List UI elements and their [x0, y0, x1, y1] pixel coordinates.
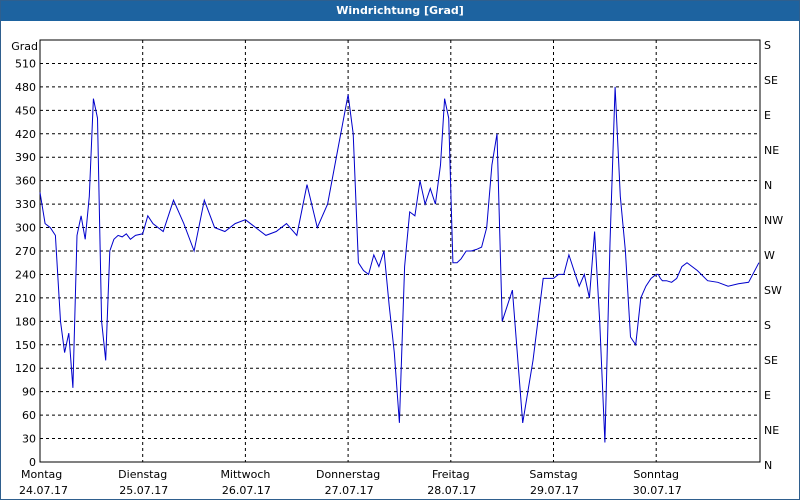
- y-axis-label: Grad: [11, 40, 38, 53]
- x-tick-date: 29.07.17: [530, 484, 579, 497]
- y-tick-label: 270: [15, 245, 36, 258]
- y-tick-label: 30: [22, 433, 36, 446]
- y-tick-label: 180: [15, 315, 36, 328]
- y-tick-label: 360: [15, 175, 36, 188]
- y2-tick-label: SE: [764, 354, 778, 367]
- y2-tick-label: SW: [764, 284, 782, 297]
- y2-tick-label: S: [764, 39, 771, 52]
- y-tick-label: 90: [22, 386, 36, 399]
- x-tick-day: Mittwoch: [220, 468, 270, 481]
- y2-tick-label: NE: [764, 144, 779, 157]
- y2-tick-label: SE: [764, 74, 778, 87]
- x-tick-day: Samstag: [529, 468, 577, 481]
- y2-tick-label: NE: [764, 424, 779, 437]
- x-tick-day: Sonntag: [633, 468, 679, 481]
- series-line: [39, 86, 760, 443]
- x-tick-day: Dienstag: [118, 468, 167, 481]
- y2-tick-label: S: [764, 319, 771, 332]
- y2-tick-label: W: [764, 249, 775, 262]
- y2-tick-label: E: [764, 389, 771, 402]
- x-tick-date: 30.07.17: [633, 484, 682, 497]
- x-tick-date: 27.07.17: [325, 484, 374, 497]
- y2-tick-label: N: [764, 179, 772, 192]
- y-tick-label: 240: [15, 268, 36, 281]
- y2-tick-label: N: [764, 459, 772, 472]
- y-tick-label: 150: [15, 339, 36, 352]
- y-tick-label: 480: [15, 81, 36, 94]
- y-tick-label: 510: [15, 57, 36, 70]
- y-tick-label: 330: [15, 198, 36, 211]
- y-tick-label: 210: [15, 292, 36, 305]
- x-tick-date: 25.07.17: [119, 484, 168, 497]
- y-tick-label: 120: [15, 362, 36, 375]
- x-tick-date: 28.07.17: [427, 484, 476, 497]
- y2-tick-label: NW: [764, 214, 783, 227]
- x-tick-date: 26.07.17: [222, 484, 271, 497]
- x-tick-day: Freitag: [432, 468, 470, 481]
- y2-tick-label: E: [764, 109, 771, 122]
- x-tick-date: 24.07.17: [19, 484, 68, 497]
- y-tick-label: 60: [22, 409, 36, 422]
- y-tick-label: 390: [15, 151, 36, 164]
- y-tick-label: 420: [15, 128, 36, 141]
- y-tick-label: 300: [15, 222, 36, 235]
- x-tick-day: Donnerstag: [316, 468, 380, 481]
- x-tick-day: Montag: [21, 468, 62, 481]
- y-tick-label: 450: [15, 104, 36, 117]
- chart-svg: 0306090120150180210240270300330360390420…: [11, 39, 783, 497]
